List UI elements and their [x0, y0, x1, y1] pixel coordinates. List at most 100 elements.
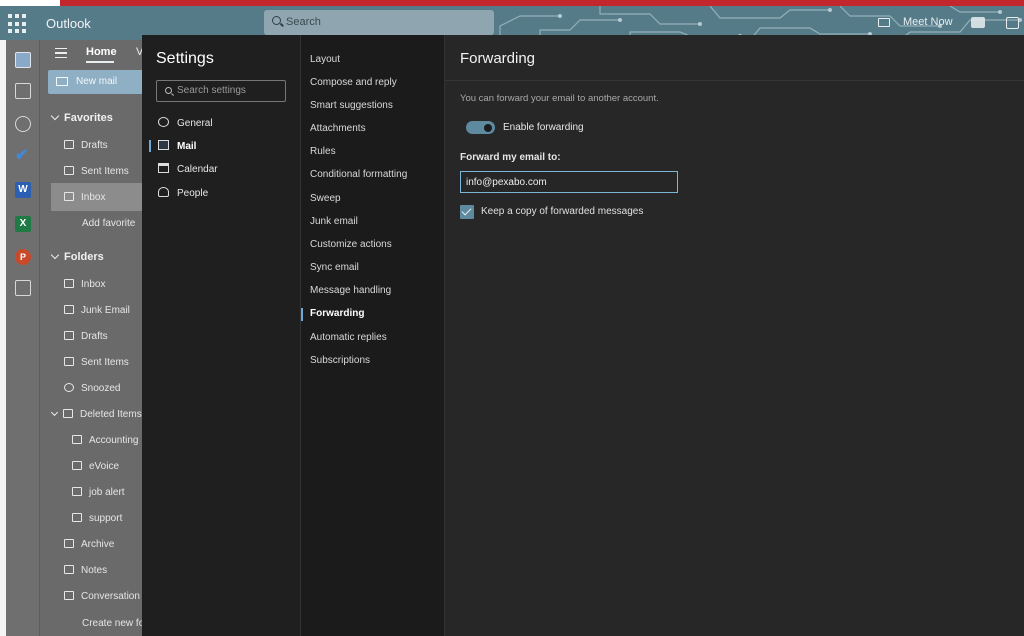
inbox-icon	[64, 279, 74, 288]
folder-support[interactable]: support	[72, 513, 122, 524]
notes-icon	[64, 565, 74, 574]
folder-accounting[interactable]: Accounting	[72, 435, 138, 446]
selected-category-indicator	[149, 140, 151, 152]
calendar-icon[interactable]	[15, 83, 31, 99]
calendar-icon	[158, 163, 169, 173]
folders-header[interactable]: Folders	[50, 250, 104, 263]
folder-icon	[72, 461, 82, 470]
chevron-down-icon	[50, 250, 60, 260]
more-apps-icon[interactable]	[15, 280, 31, 296]
inbox-icon	[64, 192, 74, 201]
trash-icon	[63, 409, 73, 418]
settings-search-input[interactable]: Search settings	[156, 80, 286, 102]
favorite-inbox[interactable]: Inbox	[64, 192, 105, 203]
settings-search-placeholder: Search settings	[177, 85, 246, 96]
sent-icon	[64, 166, 74, 175]
folder-drafts[interactable]: Drafts	[64, 331, 108, 342]
folder-deleted-items[interactable]: Deleted Items	[50, 408, 142, 420]
folder-conversation[interactable]: Conversation	[64, 591, 140, 602]
favorite-drafts[interactable]: Drafts	[64, 140, 108, 151]
settings-item-customize-actions[interactable]: Customize actions	[310, 239, 392, 250]
people-icon	[158, 187, 169, 197]
settings-item-sweep[interactable]: Sweep	[310, 193, 341, 204]
mail-icon[interactable]	[15, 52, 31, 68]
settings-item-automatic-replies[interactable]: Automatic replies	[310, 332, 387, 343]
category-calendar[interactable]: Calendar	[158, 163, 218, 175]
selected-item-indicator	[301, 308, 303, 321]
settings-item-subscriptions[interactable]: Subscriptions	[310, 355, 370, 366]
divider	[445, 80, 1024, 81]
chat-icon[interactable]	[1006, 17, 1019, 29]
forward-to-label: Forward my email to:	[460, 152, 561, 163]
folder-icon	[72, 435, 82, 444]
archive-icon	[64, 539, 74, 548]
settings-item-rules[interactable]: Rules	[310, 146, 336, 157]
clock-icon	[64, 383, 74, 392]
envelope-icon	[56, 77, 68, 86]
app-launcher-icon[interactable]	[8, 14, 28, 34]
category-general[interactable]: General	[158, 117, 213, 129]
word-icon[interactable]: W	[15, 182, 31, 198]
new-mail-label: New mail	[76, 76, 118, 87]
folder-sent-items[interactable]: Sent Items	[64, 357, 129, 368]
todo-icon[interactable]: ✔	[15, 148, 31, 164]
mail-settings-list: Layout Compose and reply Smart suggestio…	[300, 35, 445, 636]
folder-evoice[interactable]: eVoice	[72, 461, 119, 472]
excel-icon[interactable]: X	[15, 216, 31, 232]
keep-copy-label: Keep a copy of forwarded messages	[481, 206, 644, 217]
people-icon[interactable]	[15, 116, 31, 132]
settings-item-forwarding[interactable]: Forwarding	[310, 308, 364, 319]
settings-item-smart-suggestions[interactable]: Smart suggestions	[310, 100, 393, 111]
search-icon	[165, 87, 172, 94]
chevron-down-icon	[50, 111, 60, 121]
tab-home[interactable]: Home	[86, 46, 117, 63]
settings-item-junk-email[interactable]: Junk email	[310, 216, 358, 227]
enable-forwarding-toggle[interactable]	[466, 121, 495, 134]
folder-snoozed[interactable]: Snoozed	[64, 383, 120, 394]
keep-copy-checkbox[interactable]	[460, 205, 474, 219]
add-favorite-link[interactable]: Add favorite	[82, 218, 135, 229]
powerpoint-icon[interactable]: P	[15, 249, 31, 265]
folder-icon	[72, 487, 82, 496]
settings-item-attachments[interactable]: Attachments	[310, 123, 366, 134]
favorites-header[interactable]: Favorites	[50, 111, 113, 124]
drafts-icon	[64, 140, 74, 149]
sent-icon	[64, 357, 74, 366]
settings-categories-pane: Settings Search settings General Mail Ca…	[142, 35, 300, 636]
mail-icon	[158, 140, 169, 150]
folder-icon	[72, 513, 82, 522]
junk-icon	[64, 305, 74, 314]
search-icon	[272, 16, 281, 25]
video-icon[interactable]	[878, 18, 890, 27]
folder-archive[interactable]: Archive	[64, 539, 114, 550]
new-mail-button[interactable]: New mail	[48, 70, 142, 94]
search-input[interactable]: Search	[264, 10, 494, 35]
forward-email-field[interactable]	[460, 171, 678, 193]
category-people[interactable]: People	[158, 187, 208, 199]
meet-now-button[interactable]: Meet Now	[903, 16, 953, 28]
settings-title: Settings	[156, 50, 214, 67]
folder-inbox[interactable]: Inbox	[64, 279, 105, 290]
app-rail: ✔ W X P	[6, 40, 40, 636]
forwarding-description: You can forward your email to another ac…	[460, 93, 659, 104]
teams-icon[interactable]	[971, 17, 985, 28]
folder-junk-email[interactable]: Junk Email	[64, 305, 130, 316]
create-new-folder-link[interactable]: Create new fo	[82, 618, 142, 629]
settings-item-sync-email[interactable]: Sync email	[310, 262, 359, 273]
chevron-down-icon	[50, 408, 59, 417]
app-name[interactable]: Outlook	[46, 16, 91, 31]
favorite-sent-items[interactable]: Sent Items	[64, 166, 129, 177]
settings-item-message-handling[interactable]: Message handling	[310, 285, 391, 296]
category-mail[interactable]: Mail	[158, 140, 196, 152]
folder-pane: Home V New mail Favorites Drafts Sent It…	[40, 40, 142, 636]
forwarding-title: Forwarding	[460, 50, 536, 67]
folder-notes[interactable]: Notes	[64, 565, 107, 576]
settings-item-layout[interactable]: Layout	[310, 54, 340, 65]
folder-job-alert[interactable]: job alert	[72, 487, 125, 498]
enable-forwarding-label: Enable forwarding	[503, 122, 584, 133]
drafts-icon	[64, 331, 74, 340]
hamburger-icon[interactable]	[55, 48, 67, 58]
settings-item-conditional-formatting[interactable]: Conditional formatting	[310, 169, 407, 180]
settings-item-compose-and-reply[interactable]: Compose and reply	[310, 77, 397, 88]
search-placeholder: Search	[286, 16, 321, 28]
